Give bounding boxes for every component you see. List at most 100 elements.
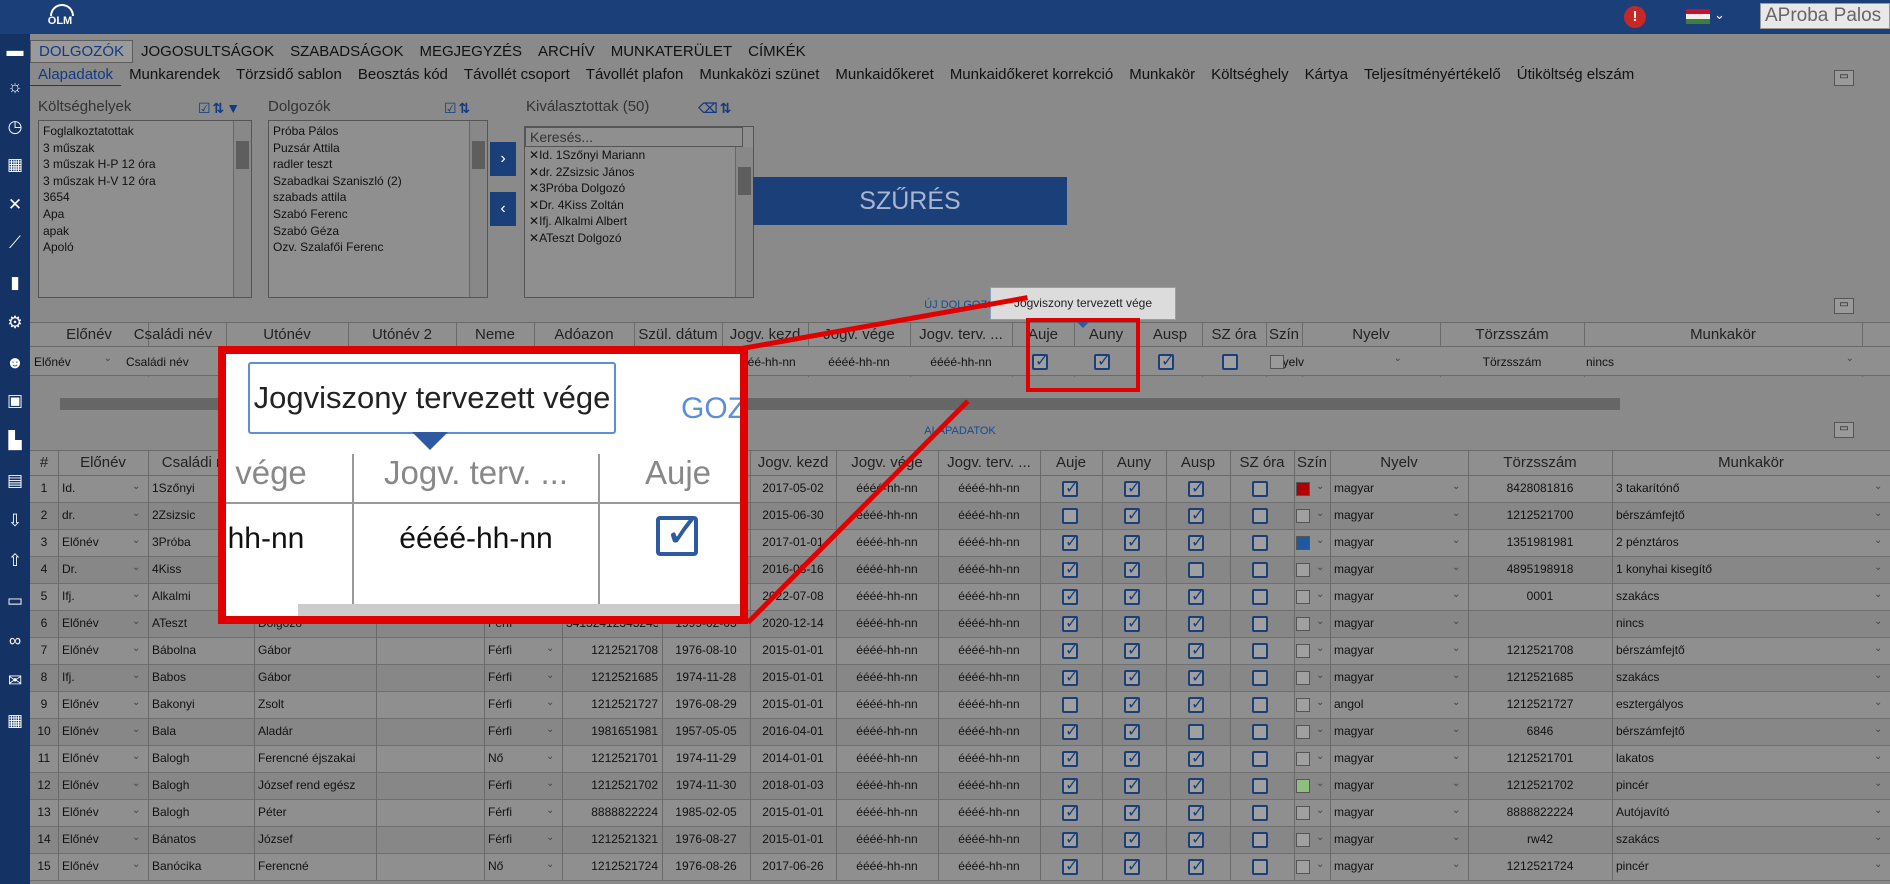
new-family-name-input[interactable]: Családi név — [126, 355, 226, 369]
chevron-down-icon[interactable]: ⌄ — [1452, 616, 1460, 627]
chevron-down-icon[interactable]: ⌄ — [132, 481, 140, 492]
cell-torzs[interactable]: 8888822224 — [1472, 805, 1608, 819]
table-row[interactable]: 8 Ifj. ⌄ Babos Gábor Férfi ⌄ 1212521685 1974-11-… — [30, 665, 1890, 692]
folder-icon[interactable]: ▭ — [4, 590, 26, 612]
ausp-checkbox[interactable] — [1188, 829, 1204, 849]
cell-torzs[interactable]: 1212521701 — [1472, 751, 1608, 765]
cell-vege[interactable]: éééé-hh-nn — [840, 778, 934, 792]
auje-checkbox[interactable] — [1062, 586, 1078, 606]
tab-jogosultsagok[interactable]: JOGOSULTSÁGOK — [133, 41, 282, 62]
new-prefix-select[interactable]: Előnév ⌄ — [34, 355, 114, 369]
subtab-munkaidokeret-korrekcio[interactable]: Munkaidőkeret korrekció — [942, 64, 1121, 85]
cell-torzs[interactable]: 1212521708 — [1472, 643, 1608, 657]
chevron-down-icon[interactable]: ⌄ — [1452, 508, 1460, 519]
cell-csaladi[interactable]: Balogh — [152, 778, 250, 792]
ausp-checkbox[interactable] — [1188, 667, 1204, 687]
cost-centers-list[interactable]: Foglalkoztatottak 3 műszak 3 műszak H-P … — [38, 120, 252, 298]
chevron-down-icon[interactable]: ⌄ — [1874, 535, 1882, 546]
chevron-down-icon[interactable]: ⌄ — [1874, 697, 1882, 708]
chevron-down-icon[interactable]: ⌄ — [1452, 805, 1460, 816]
subtab-beosztas-kod[interactable]: Beosztás kód — [350, 64, 456, 85]
new-job-select[interactable]: nincs ⌄ — [1586, 355, 1856, 369]
chevron-down-icon[interactable]: ⌄ — [546, 805, 554, 816]
add-selected-button[interactable]: › — [490, 142, 516, 176]
sz-checkbox[interactable] — [1252, 562, 1268, 578]
ausp-checkbox[interactable] — [1188, 724, 1204, 740]
chevron-down-icon[interactable]: ⌄ — [1452, 697, 1460, 708]
ausp-checkbox[interactable] — [1188, 775, 1204, 795]
window-button-icon[interactable]: ▭ — [1834, 298, 1854, 314]
cell-uto[interactable]: Gábor — [258, 670, 372, 684]
tab-munkaterulet[interactable]: MUNKATERÜLET — [603, 41, 740, 62]
settings-icon[interactable]: ⚙ — [4, 312, 26, 334]
column-header[interactable]: # — [30, 454, 58, 471]
column-header[interactable]: Jogv. terv. ... — [938, 454, 1040, 471]
factory-icon[interactable]: ▙ — [4, 430, 26, 452]
cell-vege[interactable]: éééé-hh-nn — [840, 832, 934, 846]
list-item[interactable]: 3 műszak H-V 12 óra — [43, 173, 247, 190]
scrollbar[interactable] — [233, 121, 251, 297]
column-header[interactable]: Ausp — [1166, 454, 1230, 471]
auny-checkbox[interactable] — [1124, 829, 1140, 849]
sz-checkbox[interactable] — [1252, 670, 1268, 686]
save-icon[interactable]: ▬ — [4, 40, 26, 62]
sz-checkbox[interactable] — [1252, 508, 1268, 524]
auje-checkbox[interactable] — [1062, 478, 1078, 498]
chevron-down-icon[interactable]: ⌄ — [1316, 697, 1324, 708]
calendar-icon[interactable]: ▦ — [4, 154, 26, 176]
cell-csaladi[interactable]: Bala — [152, 724, 250, 738]
column-header[interactable]: Törzsszám — [1468, 454, 1612, 471]
cell-vege[interactable]: éééé-hh-nn — [840, 589, 934, 603]
cell-csaladi[interactable]: Balogh — [152, 751, 250, 765]
auny-checkbox[interactable] — [1124, 775, 1140, 795]
sms-icon[interactable]: ✉ — [4, 670, 26, 692]
chevron-down-icon[interactable]: ⌄ — [1316, 859, 1324, 870]
cell-kezd[interactable]: 2016-04-01 — [754, 724, 832, 738]
cell-adoazon[interactable]: 1212521724 — [566, 859, 658, 873]
cell-adoazon[interactable]: 1212521708 — [566, 643, 658, 657]
cell-torzs[interactable]: 6846 — [1472, 724, 1608, 738]
cell-kezd[interactable]: 2017-06-26 — [754, 859, 832, 873]
chevron-down-icon[interactable]: ⌄ — [546, 859, 554, 870]
cell-kezd[interactable]: 2015-01-01 — [754, 670, 832, 684]
chevron-down-icon[interactable]: ⌄ — [546, 724, 554, 735]
color-swatch[interactable] — [1296, 590, 1310, 604]
cell-terv[interactable]: éééé-hh-nn — [942, 481, 1036, 495]
alert-icon[interactable]: ! — [1624, 6, 1646, 28]
link-icon[interactable]: ∞ — [4, 630, 26, 652]
sz-checkbox[interactable] — [1252, 724, 1268, 740]
ausp-checkbox[interactable] — [1188, 478, 1204, 498]
cell-terv[interactable]: éééé-hh-nn — [942, 670, 1036, 684]
chevron-down-icon[interactable]: ⌄ — [1316, 751, 1324, 762]
cell-munkakor[interactable]: lakatos — [1616, 751, 1886, 765]
cell-terv[interactable]: éééé-hh-nn — [942, 535, 1036, 549]
color-swatch[interactable] — [1296, 509, 1310, 523]
chevron-down-icon[interactable]: ⌄ — [132, 508, 140, 519]
cell-nyelv[interactable]: magyar — [1334, 724, 1464, 738]
cell-terv[interactable]: éééé-hh-nn — [942, 508, 1036, 522]
chevron-down-icon[interactable]: ⌄ — [1394, 355, 1402, 364]
auny-checkbox[interactable] — [1124, 667, 1140, 687]
cell-szul[interactable]: 1974-11-30 — [666, 778, 746, 792]
chevron-down-icon[interactable]: ⌄ — [132, 832, 140, 843]
new-language-select[interactable]: Nyelv ⌄ — [1274, 355, 1404, 369]
cell-nyelv[interactable]: magyar — [1334, 535, 1464, 549]
cell-munkakor[interactable]: nincs — [1616, 616, 1886, 630]
auje-checkbox[interactable] — [1062, 640, 1078, 660]
subtab-tavollet-csoport[interactable]: Távollét csoport — [456, 64, 578, 85]
chevron-down-icon[interactable]: ⌄ — [1874, 859, 1882, 870]
cell-adoazon[interactable]: 8888822224 — [566, 805, 658, 819]
table-row[interactable]: 9 Előnév ⌄ Bakonyi Zsolt Férfi ⌄ 1212521727 1976… — [30, 692, 1890, 719]
color-swatch[interactable] — [1296, 563, 1310, 577]
chevron-down-icon[interactable]: ⌄ — [1874, 805, 1882, 816]
chevron-down-icon[interactable]: ⌄ — [1452, 859, 1460, 870]
auje-checkbox[interactable] — [1062, 802, 1078, 822]
cell-nyelv[interactable]: magyar — [1334, 859, 1464, 873]
cell-csaladi[interactable]: Bábolna — [152, 643, 250, 657]
chevron-down-icon[interactable]: ⌄ — [1874, 778, 1882, 789]
cell-uto[interactable]: József — [258, 832, 372, 846]
column-header[interactable]: Jogv. vége — [836, 454, 938, 471]
cell-kezd[interactable]: 2017-05-02 — [754, 481, 832, 495]
cell-csaladi[interactable]: Bánatos — [152, 832, 250, 846]
chevron-down-icon[interactable]: ⌄ — [1874, 508, 1882, 519]
